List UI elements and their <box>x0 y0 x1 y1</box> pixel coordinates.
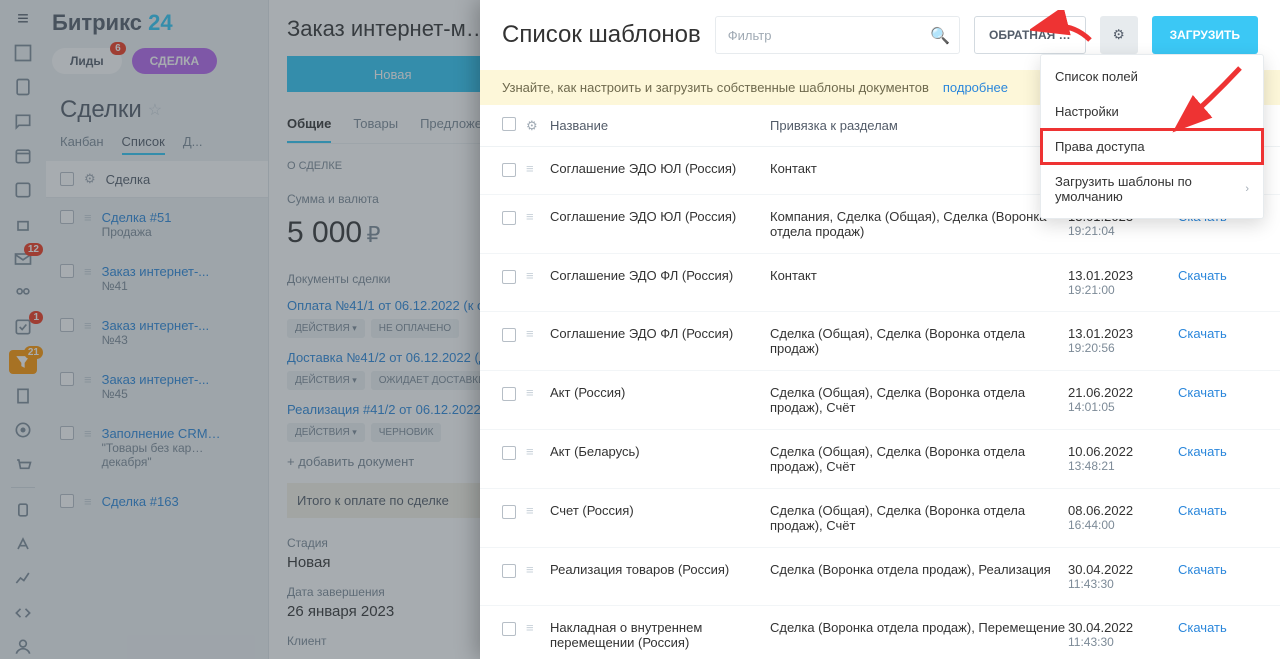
drag-icon[interactable]: ≡ <box>526 326 550 341</box>
filter-box: 🔍 <box>715 16 960 54</box>
template-date: 08.06.202216:44:00 <box>1068 503 1178 532</box>
row-checkbox[interactable] <box>502 270 516 284</box>
drag-icon[interactable]: ≡ <box>526 620 550 635</box>
select-all-templates[interactable] <box>502 117 516 131</box>
row-checkbox[interactable] <box>502 211 516 225</box>
dd-access[interactable]: Права доступа <box>1041 129 1263 164</box>
upload-button[interactable]: ЗАГРУЗИТЬ <box>1152 16 1258 54</box>
template-name[interactable]: Реализация товаров (Россия) <box>550 562 770 577</box>
template-bind: Сделка (Общая), Сделка (Воронка отдела п… <box>770 444 1068 474</box>
drag-icon[interactable]: ≡ <box>526 385 550 400</box>
template-name[interactable]: Соглашение ЭДО ФЛ (Россия) <box>550 268 770 283</box>
column-bind[interactable]: Привязка к разделам <box>770 118 1068 133</box>
template-bind: Сделка (Общая), Сделка (Воронка отдела п… <box>770 503 1068 533</box>
template-bind: Сделка (Общая), Сделка (Воронка отдела п… <box>770 385 1068 415</box>
panel-title: Список шаблонов <box>502 21 701 49</box>
search-icon[interactable]: 🔍 <box>930 26 950 46</box>
row-checkbox[interactable] <box>502 505 516 519</box>
template-name[interactable]: Соглашение ЭДО ФЛ (Россия) <box>550 326 770 341</box>
template-name[interactable]: Акт (Россия) <box>550 385 770 400</box>
filter-input[interactable] <box>715 16 960 54</box>
template-bind: Сделка (Воронка отдела продаж), Реализац… <box>770 562 1068 577</box>
dd-defaults[interactable]: Загрузить шаблоны по умолчанию› <box>1041 164 1263 214</box>
download-link[interactable]: Скачать <box>1178 444 1258 459</box>
template-date: 13.01.202319:20:56 <box>1068 326 1178 355</box>
drag-icon[interactable]: ≡ <box>526 562 550 577</box>
table-row: ≡Соглашение ЭДО ФЛ (Россия)Контакт13.01.… <box>480 254 1280 312</box>
table-row: ≡Акт (Россия)Сделка (Общая), Сделка (Вор… <box>480 371 1280 430</box>
row-checkbox[interactable] <box>502 622 516 636</box>
template-name[interactable]: Счет (Россия) <box>550 503 770 518</box>
column-name[interactable]: Название <box>550 118 770 133</box>
info-more-link[interactable]: подробнее <box>943 80 1008 95</box>
row-checkbox[interactable] <box>502 387 516 401</box>
table-row: ≡Соглашение ЭДО ФЛ (Россия)Сделка (Общая… <box>480 312 1280 371</box>
template-name[interactable]: Соглашение ЭДО ЮЛ (Россия) <box>550 161 770 176</box>
template-bind: Компания, Сделка (Общая), Сделка (Воронк… <box>770 209 1068 239</box>
template-name[interactable]: Соглашение ЭДО ЮЛ (Россия) <box>550 209 770 224</box>
download-link[interactable]: Скачать <box>1178 268 1258 283</box>
template-date: 10.06.202213:48:21 <box>1068 444 1178 473</box>
info-text: Узнайте, как настроить и загрузить собст… <box>502 80 929 95</box>
table-body: ≡Соглашение ЭДО ЮЛ (Россия)Контакт19:21:… <box>480 147 1280 659</box>
chevron-right-icon: › <box>1245 183 1249 195</box>
gear-button[interactable]: ⚙ <box>1100 16 1138 54</box>
row-checkbox[interactable] <box>502 564 516 578</box>
row-checkbox[interactable] <box>502 328 516 342</box>
row-checkbox[interactable] <box>502 163 516 177</box>
dd-fields[interactable]: Список полей <box>1041 59 1263 94</box>
table-row: ≡Накладная о внутреннем перемещении (Рос… <box>480 606 1280 659</box>
drag-icon[interactable]: ≡ <box>526 209 550 224</box>
download-link[interactable]: Скачать <box>1178 562 1258 577</box>
table-row: ≡Счет (Россия)Сделка (Общая), Сделка (Во… <box>480 489 1280 548</box>
template-name[interactable]: Акт (Беларусь) <box>550 444 770 459</box>
template-date: 30.04.202211:43:30 <box>1068 620 1178 649</box>
drag-icon[interactable]: ≡ <box>526 161 550 176</box>
gear-dropdown: Список полей Настройки Права доступа Заг… <box>1040 54 1264 219</box>
download-link[interactable]: Скачать <box>1178 326 1258 341</box>
drag-icon[interactable]: ≡ <box>526 268 550 283</box>
table-row: ≡Акт (Беларусь)Сделка (Общая), Сделка (В… <box>480 430 1280 489</box>
drag-icon[interactable]: ≡ <box>526 503 550 518</box>
templates-panel: Список шаблонов 🔍 ОБРАТНАЯ … ⚙ ЗАГРУЗИТЬ… <box>480 0 1280 659</box>
drag-icon[interactable]: ≡ <box>526 444 550 459</box>
template-bind: Сделка (Общая), Сделка (Воронка отдела п… <box>770 326 1068 356</box>
table-row: ≡Реализация товаров (Россия)Сделка (Воро… <box>480 548 1280 606</box>
template-date: 21.06.202214:01:05 <box>1068 385 1178 414</box>
template-bind: Контакт <box>770 161 1068 176</box>
template-bind: Сделка (Воронка отдела продаж), Перемеще… <box>770 620 1068 635</box>
template-bind: Контакт <box>770 268 1068 283</box>
download-link[interactable]: Скачать <box>1178 503 1258 518</box>
dd-settings[interactable]: Настройки <box>1041 94 1263 129</box>
row-checkbox[interactable] <box>502 446 516 460</box>
download-link[interactable]: Скачать <box>1178 620 1258 635</box>
template-date: 30.04.202211:43:30 <box>1068 562 1178 591</box>
table-gear-icon[interactable]: ⚙ <box>526 118 550 134</box>
template-name[interactable]: Накладная о внутреннем перемещении (Росс… <box>550 620 770 650</box>
feedback-button[interactable]: ОБРАТНАЯ … <box>974 16 1086 54</box>
download-link[interactable]: Скачать <box>1178 385 1258 400</box>
template-date: 13.01.202319:21:00 <box>1068 268 1178 297</box>
